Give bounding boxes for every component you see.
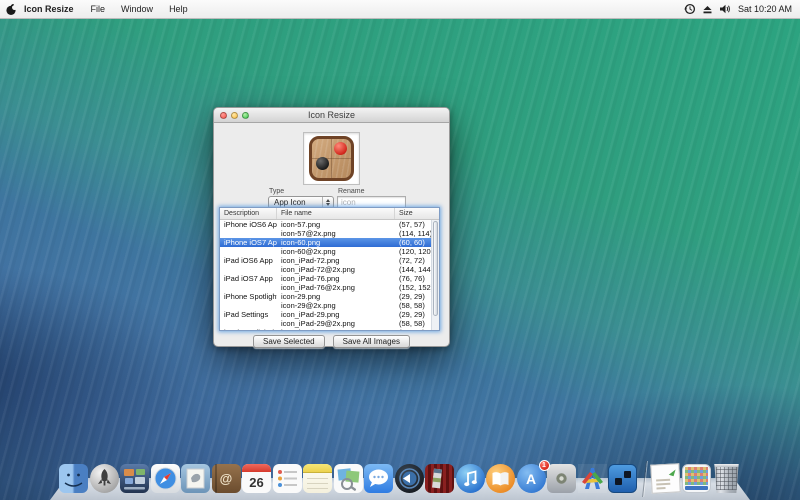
table-row[interactable]: icon-29@2x.png (58, 58) [220,301,439,310]
cell-filename: icon-29@2x.png [277,301,395,310]
table-row[interactable]: iPhone Spotlight i… icon-29.png (29, 29) [220,292,439,301]
time-machine-icon[interactable] [684,3,696,15]
eject-icon[interactable] [702,4,713,15]
menu-app-name[interactable]: Icon Resize [22,4,83,14]
preview-icon[interactable] [334,464,363,493]
column-header-filename[interactable]: File name [277,208,395,219]
table-header-row: Description File name Size [220,208,439,220]
cell-description: iPad Spotlight iOS 7 [220,328,277,330]
icon-resize-window: Icon Resize Type App Icon Rename Descrip… [213,107,450,347]
scrollbar-thumb[interactable] [433,221,438,316]
dock: 26 [0,452,800,500]
reminders-icon[interactable] [273,464,302,493]
calendar-day-number: 26 [242,472,271,493]
window-titlebar[interactable]: Icon Resize [214,108,449,123]
table-row[interactable]: icon_iPad-29@2x.png (58, 58) [220,319,439,328]
save-all-images-button[interactable]: Save All Images [333,335,410,348]
column-header-size[interactable]: Size [395,208,439,219]
icon-tool-a-icon[interactable] [578,464,607,493]
type-popup-value: App Icon [274,198,306,207]
minimize-button[interactable] [231,112,238,119]
black-piece-graphic [316,157,329,170]
cell-filename: icon-57@2x.png [277,229,395,238]
dock-separator [639,459,650,493]
quicktime-icon[interactable] [395,464,424,493]
cell-filename: icon_iPad-29@2x.png [277,319,395,328]
column-header-description[interactable]: Description [220,208,277,219]
safari-icon[interactable] [151,464,180,493]
mail-icon[interactable] [181,464,210,493]
finder-icon[interactable] [59,464,88,493]
table-row[interactable]: icon_iPad-72@2x.png (144, 144) [220,265,439,274]
cell-filename: icon_iPad-72@2x.png [277,265,395,274]
contacts-icon[interactable] [212,464,241,493]
cell-description: iPad iOS6 App [220,256,277,265]
table-row[interactable]: iPhone iOS6 App icon-57.png (57, 57) [220,220,439,229]
icon-preview-well[interactable] [303,132,360,185]
window-title: Icon Resize [308,110,355,120]
notes-icon[interactable] [303,464,332,493]
photo-booth-icon[interactable] [425,464,454,493]
applications-stack-icon[interactable] [682,464,711,493]
red-piece-graphic [334,142,347,155]
cell-filename: icon-60@2x.png [277,247,395,256]
cell-filename: icon-57.png [277,220,395,229]
menu-bar: Icon Resize File Window Help [0,0,800,19]
system-preferences-icon[interactable] [547,464,576,493]
documents-stack-icon[interactable] [650,463,680,493]
save-selected-button[interactable]: Save Selected [253,335,325,348]
itunes-icon[interactable] [456,464,485,493]
app-store-icon[interactable]: 1 [517,464,546,493]
table-row[interactable]: iPad iOS7 App icon_iPad-76.png (76, 76) [220,274,439,283]
cell-filename: icon-29.png [277,292,395,301]
table-row[interactable]: icon-60@2x.png (120, 120) [220,247,439,256]
cell-description: iPad Settings [220,310,277,319]
menu-window[interactable]: Window [113,4,161,14]
table-row[interactable]: iPad Spotlight iOS 7 icon_iPad-40.png (4… [220,328,439,330]
menu-clock[interactable]: Sat 10:20 AM [738,4,792,14]
apple-menu-icon[interactable] [0,3,22,16]
close-button[interactable] [220,112,227,119]
cell-description: iPad iOS7 App [220,274,277,283]
rename-label: Rename [338,188,364,195]
messages-icon[interactable] [364,464,393,493]
zoom-button[interactable] [242,112,249,119]
cell-description: iPhone iOS7 App [220,238,277,247]
mission-control-icon[interactable] [120,464,149,493]
cell-description: iPhone Spotlight i… [220,292,277,301]
type-label: Type [269,188,284,195]
icon-resize-app-icon[interactable] [608,464,637,493]
cell-filename: icon_iPad-76.png [277,274,395,283]
table-row[interactable]: icon_iPad-76@2x.png (152, 152) [220,283,439,292]
cell-description: iPhone iOS6 App [220,220,277,229]
table-row[interactable]: iPad Settings icon_iPad-29.png (29, 29) [220,310,439,319]
app-store-badge: 1 [539,460,550,471]
desktop: Icon Resize File Window Help [0,0,800,500]
cell-filename: icon-60.png [277,238,395,247]
cell-filename: icon_iPad-29.png [277,310,395,319]
cell-filename: icon_iPad-40.png [277,328,395,330]
table-body: iPhone iOS6 App icon-57.png (57, 57) ico… [220,220,439,330]
icon-table: Description File name Size iPhone iOS6 A… [219,207,440,331]
menu-file[interactable]: File [83,4,114,14]
menu-help[interactable]: Help [161,4,196,14]
calendar-header [242,464,271,472]
ibooks-icon[interactable] [486,464,515,493]
cell-filename: icon_iPad-72.png [277,256,395,265]
table-row-selected[interactable]: iPhone iOS7 App icon-60.png (60, 60) [220,238,439,247]
table-scrollbar[interactable] [431,220,439,330]
volume-icon[interactable] [719,3,732,15]
table-row[interactable]: icon-57@2x.png (114, 114) [220,229,439,238]
app-icon-preview-image [309,136,354,181]
table-row[interactable]: iPad iOS6 App icon_iPad-72.png (72, 72) [220,256,439,265]
launchpad-icon[interactable] [90,464,119,493]
trash-icon[interactable] [712,464,741,493]
calendar-icon[interactable]: 26 [242,464,271,493]
cell-filename: icon_iPad-76@2x.png [277,283,395,292]
